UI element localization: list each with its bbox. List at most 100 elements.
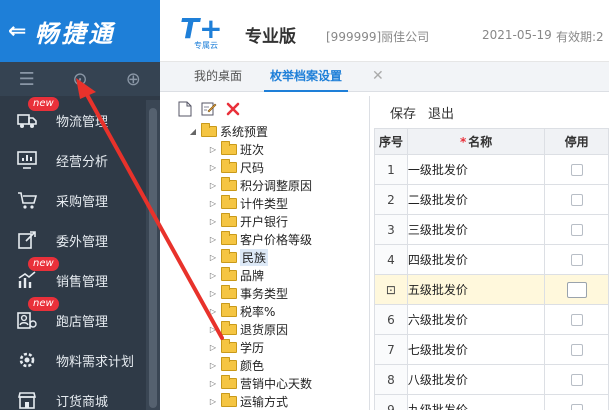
collapsed-arrow-icon[interactable]: ▷: [207, 217, 219, 226]
table-row[interactable]: 2 二级批发价: [374, 184, 609, 215]
tree-node[interactable]: ▷ 税率%: [207, 302, 275, 320]
disabled-checkbox[interactable]: [566, 281, 587, 298]
tab-enum-settings[interactable]: 枚举档案设置: [264, 62, 349, 92]
collapsed-arrow-icon[interactable]: ▷: [207, 379, 219, 388]
brand-name: 畅捷通: [34, 19, 116, 48]
col-header-num: 序号: [374, 128, 408, 155]
sidebar-item[interactable]: 物料需求计划: [0, 340, 160, 380]
sidebar-menu: 物流管理 new 经营分析采购管理 委外管理 销售管理 new 跑店管理 new 物料需求计划订…: [0, 97, 160, 410]
tab-close-icon[interactable]: ✕: [366, 62, 390, 92]
tree-node[interactable]: ▷ 运输方式: [207, 392, 288, 410]
collapsed-arrow-icon[interactable]: ▷: [207, 361, 219, 370]
collapsed-arrow-icon[interactable]: ▷: [207, 325, 219, 334]
row-name-cell[interactable]: 二级批发价: [406, 184, 546, 215]
table-row[interactable]: 8 八级批发价: [374, 364, 609, 395]
delete-icon[interactable]: [225, 101, 241, 117]
collapsed-arrow-icon[interactable]: ▷: [207, 235, 219, 244]
tab-my-desktop[interactable]: 我的桌面: [188, 62, 248, 92]
row-disabled-cell: [544, 394, 609, 410]
tree-node[interactable]: ▷ 积分调整原因: [207, 176, 312, 194]
folder-icon: [221, 356, 237, 371]
tree-node[interactable]: ▷ 退货原因: [207, 320, 288, 338]
sidebar-item[interactable]: 委外管理: [0, 220, 160, 260]
table-row[interactable]: 6 六级批发价: [374, 304, 609, 335]
collapsed-arrow-icon[interactable]: ▷: [207, 397, 219, 406]
table-row[interactable]: 4 四级批发价: [374, 244, 609, 275]
tree-node[interactable]: ▷ 班次: [207, 140, 264, 158]
sidebar-scrollbar[interactable]: [146, 100, 160, 410]
tree-node[interactable]: ▷ 学历: [207, 338, 264, 356]
sidebar-toolbar: ☰ ⊙ ⊕: [0, 62, 160, 96]
disabled-checkbox[interactable]: [570, 344, 583, 356]
table-row[interactable]: ⊡ 五级批发价: [374, 274, 609, 305]
sidebar-item[interactable]: 跑店管理 new: [0, 297, 160, 340]
collapse-arrow-icon[interactable]: ⇐: [8, 19, 26, 44]
row-name-cell[interactable]: 七级批发价: [406, 334, 546, 365]
tree-node[interactable]: ▷ 事务类型: [207, 284, 288, 302]
row-name-cell[interactable]: 六级批发价: [406, 304, 546, 335]
sidebar-item[interactable]: 销售管理 new: [0, 257, 160, 300]
expanded-arrow-icon[interactable]: ◢: [187, 127, 199, 136]
row-name-cell[interactable]: 五级批发价: [406, 274, 546, 305]
camera-icon[interactable]: ⊙: [65, 69, 95, 90]
tree-node[interactable]: ▷ 客户价格等级: [207, 230, 312, 248]
table-row[interactable]: 9 九级批发价: [374, 394, 609, 410]
collapsed-arrow-icon[interactable]: ▷: [207, 343, 219, 352]
collapsed-arrow-icon[interactable]: ▷: [207, 271, 219, 280]
row-name-cell[interactable]: 四级批发价: [406, 244, 546, 275]
disabled-checkbox[interactable]: [570, 314, 583, 326]
disabled-checkbox[interactable]: [570, 404, 583, 410]
new-badge: new: [28, 97, 59, 111]
sidebar-item-label: 经营分析: [56, 154, 109, 170]
table-row[interactable]: 1 一级批发价: [374, 154, 609, 185]
tree-node[interactable]: ▷ 民族: [207, 248, 269, 266]
collapsed-arrow-icon[interactable]: ▷: [207, 163, 219, 172]
table-row[interactable]: 3 三级批发价: [374, 214, 609, 245]
folder-icon: [221, 266, 237, 281]
brand-header[interactable]: ⇐ 畅捷通: [0, 0, 160, 62]
collapsed-arrow-icon[interactable]: ▷: [207, 307, 219, 316]
sidebar-item[interactable]: 订货商城: [0, 380, 160, 410]
tree-node[interactable]: ▷ 营销中心天数: [207, 374, 312, 392]
new-file-icon[interactable]: [177, 101, 193, 117]
tree-node[interactable]: ▷ 尺码: [207, 158, 264, 176]
bar-chart-icon: [14, 269, 40, 291]
collapsed-arrow-icon[interactable]: ▷: [207, 289, 219, 298]
row-name-cell[interactable]: 八级批发价: [406, 364, 546, 395]
table-row[interactable]: 7 七级批发价: [374, 334, 609, 365]
row-name-cell[interactable]: 三级批发价: [406, 214, 546, 245]
tab-bar: 我的桌面 枚举档案设置 ✕: [160, 62, 609, 92]
menu-icon[interactable]: ☰: [12, 69, 42, 90]
tree-node-label: 积分调整原因: [240, 178, 313, 193]
truck-icon: [14, 109, 40, 131]
disabled-checkbox[interactable]: [570, 374, 583, 386]
col-header-name: * 名称: [406, 128, 546, 155]
tree-node[interactable]: ▷ 计件类型: [207, 194, 288, 212]
exit-button[interactable]: 退出: [428, 103, 454, 122]
save-button[interactable]: 保存: [390, 103, 416, 122]
sidebar-item[interactable]: 物流管理 new: [0, 97, 160, 140]
export-icon: [14, 229, 40, 251]
disabled-checkbox[interactable]: [570, 194, 583, 206]
row-name-cell[interactable]: 一级批发价: [406, 154, 546, 185]
company-name[interactable]: [999999]丽佳公司: [326, 28, 429, 45]
row-name-cell[interactable]: 九级批发价: [406, 394, 546, 410]
tree-root-node[interactable]: ◢ 系统预置: [187, 122, 268, 140]
row-disabled-cell: [544, 154, 609, 185]
edit-icon[interactable]: [201, 101, 217, 117]
collapsed-arrow-icon[interactable]: ▷: [207, 199, 219, 208]
add-icon[interactable]: ⊕: [118, 69, 148, 90]
disabled-checkbox[interactable]: [570, 224, 583, 236]
tree-node[interactable]: ▷ 颜色: [207, 356, 264, 374]
tree-node[interactable]: ▷ 品牌: [207, 266, 264, 284]
disabled-checkbox[interactable]: [570, 164, 583, 176]
sidebar-item[interactable]: 采购管理: [0, 180, 160, 220]
collapsed-arrow-icon[interactable]: ▷: [207, 253, 219, 262]
scrollbar-thumb[interactable]: [149, 108, 157, 408]
collapsed-arrow-icon[interactable]: ▷: [207, 181, 219, 190]
store-icon: [14, 389, 40, 410]
collapsed-arrow-icon[interactable]: ▷: [207, 145, 219, 154]
sidebar-item[interactable]: 经营分析: [0, 140, 160, 180]
tree-node[interactable]: ▷ 开户银行: [207, 212, 288, 230]
disabled-checkbox[interactable]: [570, 254, 583, 266]
